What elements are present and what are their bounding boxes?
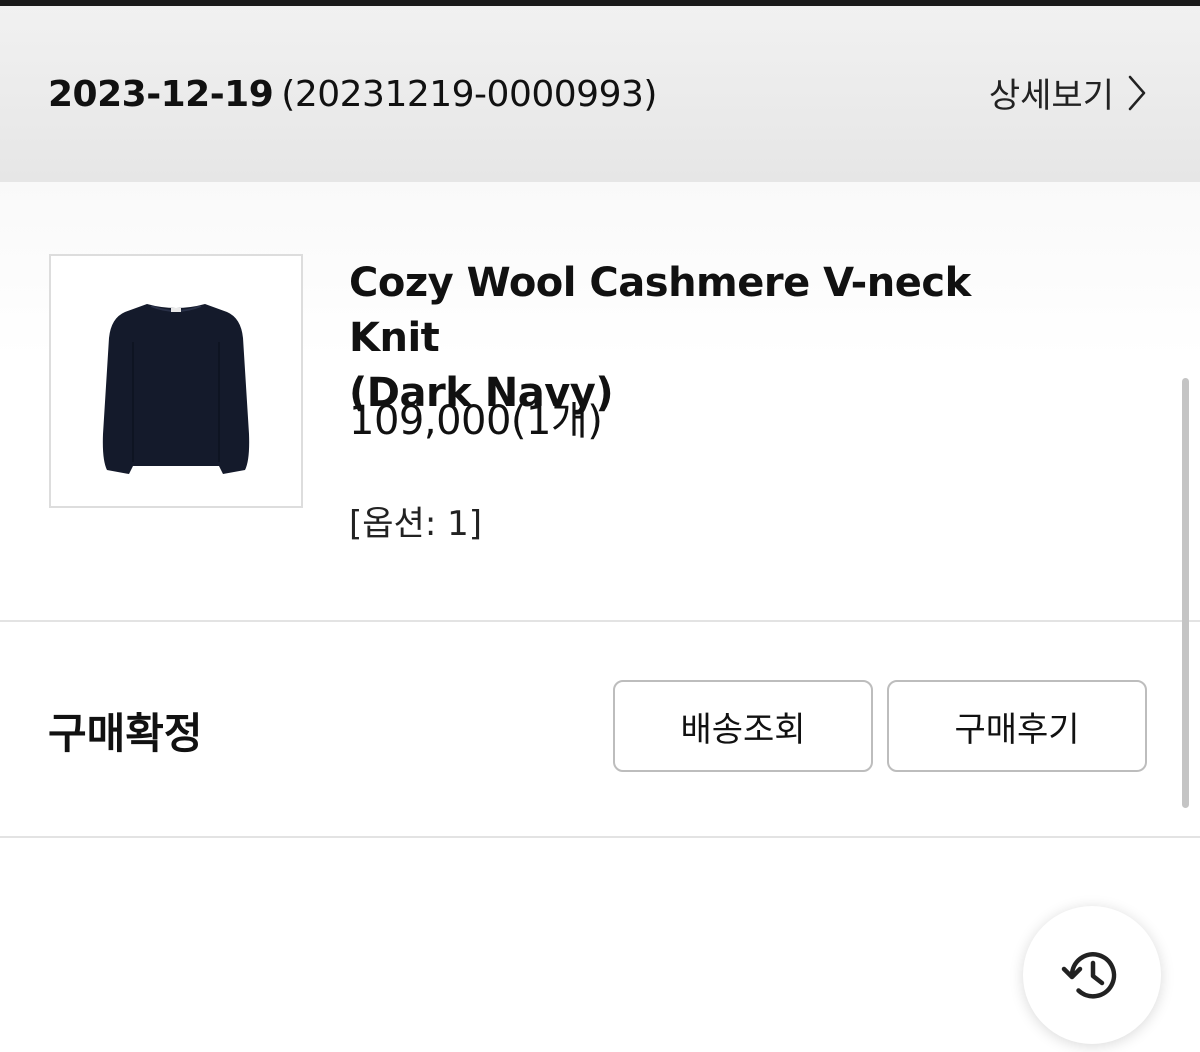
write-review-button[interactable]: 구매후기 [887, 680, 1147, 772]
order-header: 2023-12-19 (20231219-0000993) 상세보기 [0, 6, 1200, 182]
scrollbar[interactable] [1182, 378, 1189, 808]
order-detail-link[interactable]: 상세보기 [989, 68, 1148, 117]
history-icon [1061, 952, 1117, 999]
delivery-tracking-button[interactable]: 배송조회 [613, 680, 873, 772]
divider [0, 836, 1200, 838]
product-thumbnail[interactable] [49, 254, 303, 508]
product-name-line-1: Cozy Wool Cashmere V-neck Knit [349, 260, 971, 361]
recent-history-button[interactable] [1023, 906, 1161, 1044]
divider [0, 620, 1200, 622]
order-date-line: 2023-12-19 (20231219-0000993) [48, 74, 657, 115]
product-option: [옵션: 1] [349, 504, 482, 544]
chevron-right-icon [1128, 75, 1146, 110]
sweater-image [102, 304, 250, 474]
detail-link-label: 상세보기 [988, 76, 1114, 116]
order-status-label: 구매확정 [48, 709, 203, 758]
order-date: 2023-12-19 [48, 74, 274, 115]
product-price: 109,000(1개) [349, 398, 603, 444]
order-number: (20231219-0000993) [281, 74, 657, 115]
